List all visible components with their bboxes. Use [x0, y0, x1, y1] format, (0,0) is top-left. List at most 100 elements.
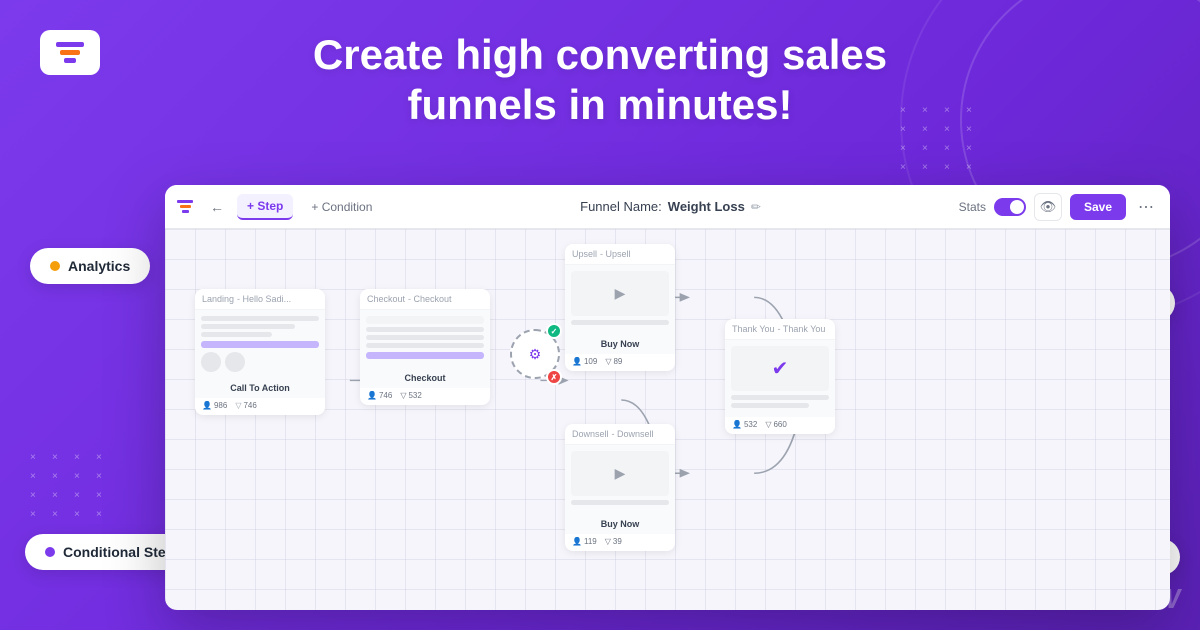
- dots-pattern-bottom-left: ×××× ×××× ×××× ××××: [30, 452, 110, 520]
- thankyou-stats: 👤 532 ▽ 660: [725, 417, 835, 434]
- landing-stats: 👤 986 ▽ 746: [195, 398, 325, 415]
- checkout-funnel-icon: ▽: [400, 391, 406, 400]
- preview-circle-2: [225, 352, 245, 372]
- thankyou-check-icon: ✔: [731, 346, 829, 391]
- checkout-bar-3: [366, 343, 484, 348]
- checkout-funnel-count: 532: [408, 391, 421, 400]
- upsell-preview: ▶: [565, 265, 675, 334]
- downsell-node-header: Downsell - Downsell: [565, 424, 675, 445]
- app-window: ← + Step + Condition Funnel Name: Weight…: [165, 185, 1170, 610]
- downsell-people-count: 119: [584, 537, 597, 546]
- checkout-bar-2: [366, 335, 484, 340]
- preview-circles: [201, 352, 319, 372]
- thankyou-people-count: 532: [744, 420, 757, 429]
- upsell-footer: Buy Now: [565, 334, 675, 354]
- headline: Create high converting sales funnels in …: [0, 30, 1200, 131]
- people-icon: 👤: [202, 401, 212, 410]
- downsell-stat-funnel: ▽ 39: [605, 537, 622, 546]
- preview-button[interactable]: 👁: [1034, 193, 1062, 221]
- step-button[interactable]: + Step: [237, 194, 293, 220]
- checkout-node-header: Checkout - Checkout: [360, 289, 490, 310]
- analytics-label: Analytics: [68, 258, 130, 274]
- thankyou-node-header: Thank You - Thank You: [725, 319, 835, 340]
- checkout-subtitle: - Checkout: [408, 294, 452, 304]
- upsell-funnel-count: 89: [613, 357, 622, 366]
- checkout-preview: [360, 310, 490, 368]
- conditional-dot: [45, 547, 55, 557]
- preview-bar-2: [201, 324, 295, 329]
- downsell-funnel-icon: ▽: [605, 537, 611, 546]
- thankyou-preview: ✔: [725, 340, 835, 417]
- checkout-people-icon: 👤: [367, 391, 377, 400]
- feature-analytics: Analytics: [30, 248, 150, 284]
- toolbar-logo: [177, 200, 193, 213]
- downsell-title: Downsell: [572, 429, 609, 439]
- condition-false-badge: ✗: [546, 369, 562, 385]
- thankyou-bar-1: [731, 395, 829, 400]
- landing-funnel-count: 746: [243, 401, 256, 410]
- checkout-stats: 👤 746 ▽ 532: [360, 388, 490, 405]
- preview-bar-3: [201, 332, 272, 337]
- upsell-stat-funnel: ▽ 89: [605, 357, 622, 366]
- checkout-footer: Checkout: [360, 368, 490, 388]
- downsell-stats: 👤 119 ▽ 39: [565, 534, 675, 551]
- thankyou-node[interactable]: Thank You - Thank You ✔ 👤 532 ▽ 660: [725, 319, 835, 434]
- condition-node[interactable]: ⚙ ✓ ✗: [510, 329, 560, 379]
- edit-icon[interactable]: ✏: [751, 200, 761, 214]
- downsell-subtitle: - Downsell: [612, 429, 654, 439]
- downsell-footer: Buy Now: [565, 514, 675, 534]
- upsell-node-header: Upsell - Upsell: [565, 244, 675, 265]
- preview-bar-1: [201, 316, 319, 321]
- stats-toggle[interactable]: [994, 198, 1026, 216]
- landing-node[interactable]: Landing - Hello Sadi... Call To Action 👤…: [195, 289, 325, 415]
- landing-title: Landing: [202, 294, 234, 304]
- analytics-dot: [50, 261, 60, 271]
- preview-bar-4: [201, 341, 319, 348]
- downsell-people-icon: 👤: [572, 537, 582, 546]
- thankyou-funnel-count: 660: [773, 420, 786, 429]
- landing-footer: Call To Action: [195, 378, 325, 398]
- downsell-video-thumb: ▶: [571, 451, 669, 496]
- upsell-title: Upsell: [572, 249, 597, 259]
- upsell-people-count: 109: [584, 357, 597, 366]
- upsell-video-thumb: ▶: [571, 271, 669, 316]
- landing-people-count: 986: [214, 401, 227, 410]
- upsell-people-icon: 👤: [572, 357, 582, 366]
- downsell-preview: ▶: [565, 445, 675, 514]
- checkout-people-count: 746: [379, 391, 392, 400]
- upsell-subtitle: - Upsell: [600, 249, 631, 259]
- condition-icon: ⚙: [529, 346, 542, 363]
- checkout-node[interactable]: Checkout - Checkout Checkout 👤 746 ▽ 532: [360, 289, 490, 405]
- checkout-bar-1: [366, 327, 484, 332]
- condition-button[interactable]: + Condition: [301, 195, 382, 219]
- thankyou-stat-people: 👤 532: [732, 420, 757, 429]
- toolbar: ← + Step + Condition Funnel Name: Weight…: [165, 185, 1170, 229]
- more-button[interactable]: ⋯: [1134, 195, 1158, 219]
- downsell-stat-people: 👤 119: [572, 537, 597, 546]
- checkout-bar-4: [366, 352, 484, 359]
- back-button[interactable]: ←: [205, 195, 229, 219]
- downsell-bar: [571, 500, 669, 505]
- thankyou-people-icon: 👤: [732, 420, 742, 429]
- landing-node-header: Landing - Hello Sadi...: [195, 289, 325, 310]
- checkout-stat-funnel: ▽ 532: [400, 391, 422, 400]
- toolbar-right: Stats 👁 Save ⋯: [959, 193, 1158, 221]
- save-button[interactable]: Save: [1070, 194, 1126, 220]
- funnel-name-area: Funnel Name: Weight Loss ✏: [390, 199, 950, 214]
- downsell-node[interactable]: Downsell - Downsell ▶ Buy Now 👤 119 ▽ 39: [565, 424, 675, 551]
- funnel-canvas: Landing - Hello Sadi... Call To Action 👤…: [165, 229, 1170, 610]
- funnel-name: Weight Loss: [668, 199, 745, 214]
- downsell-funnel-count: 39: [613, 537, 622, 546]
- landing-stat-people: 👤 986: [202, 401, 227, 410]
- thankyou-subtitle: - Thank You: [778, 324, 826, 334]
- upsell-bar: [571, 320, 669, 325]
- thankyou-title: Thank You: [732, 324, 775, 334]
- upsell-stats: 👤 109 ▽ 89: [565, 354, 675, 371]
- checkout-title: Checkout: [367, 294, 405, 304]
- upsell-funnel-icon: ▽: [605, 357, 611, 366]
- upsell-stat-people: 👤 109: [572, 357, 597, 366]
- funnel-icon: ▽: [235, 401, 241, 410]
- funnel-name-prefix: Funnel Name:: [580, 199, 662, 214]
- landing-preview: [195, 310, 325, 378]
- upsell-node[interactable]: Upsell - Upsell ▶ Buy Now 👤 109 ▽ 89: [565, 244, 675, 371]
